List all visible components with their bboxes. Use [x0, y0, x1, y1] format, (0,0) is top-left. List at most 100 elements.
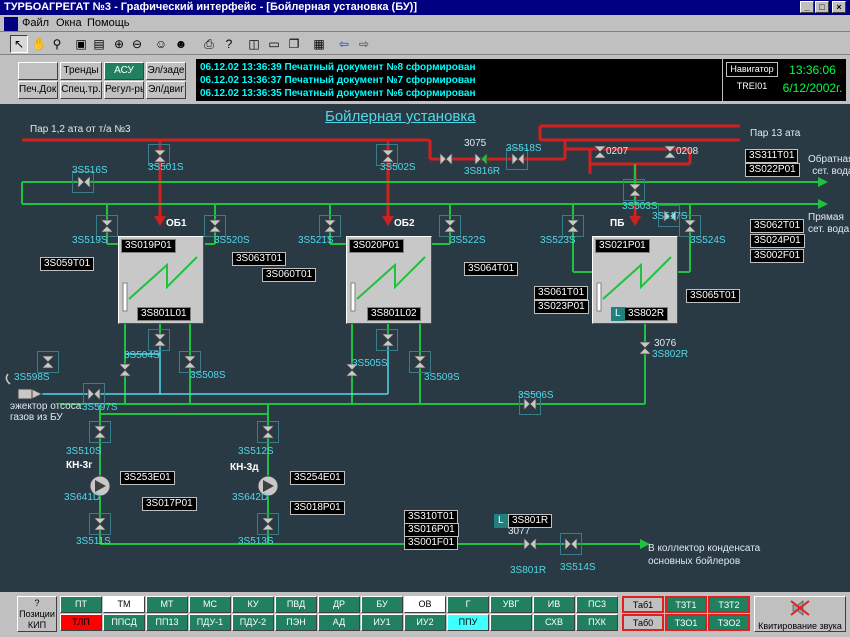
navigator-button[interactable]: Навигатор	[726, 62, 778, 77]
tag-3s061t01[interactable]: 3S061T01	[534, 286, 589, 300]
tag-3s001f01[interactable]: 3S001F01	[404, 536, 459, 550]
subsystem-iv[interactable]: ИВ	[533, 596, 575, 613]
subsystem-tlp[interactable]: ТЛП	[60, 614, 102, 631]
valve-3s504s-upper[interactable]	[148, 329, 170, 351]
valve-3s513s[interactable]	[257, 513, 279, 535]
magnifier-icon[interactable]: ⚲	[48, 35, 66, 53]
subsystem-tm[interactable]: ТМ	[103, 596, 145, 613]
asu-button[interactable]: АСУ	[104, 62, 144, 80]
blank-button[interactable]	[18, 62, 58, 80]
menu-windows[interactable]: Окна	[56, 16, 82, 31]
subsystem-dr[interactable]: ДР	[318, 596, 360, 613]
tag-3s311t01[interactable]: 3S311T01	[745, 149, 799, 163]
valve-3s514s[interactable]	[560, 533, 582, 555]
subsystem-g[interactable]: Г	[447, 596, 489, 613]
close-button[interactable]: ×	[832, 1, 846, 13]
tag-3s060t01[interactable]: 3S060T01	[262, 268, 317, 282]
tag-3s022p01[interactable]: 3S022P01	[745, 163, 800, 177]
subsystem-pdu2[interactable]: ПДУ-2	[232, 614, 274, 631]
valve-3s522s[interactable]	[439, 215, 461, 237]
minimize-button[interactable]: _	[800, 1, 814, 13]
tag-3s023p01[interactable]: 3S023P01	[534, 300, 589, 314]
tag-3s024p01[interactable]: 3S024P01	[750, 234, 805, 248]
valve-3s505s-upper[interactable]	[376, 329, 398, 351]
subsystem-pp13[interactable]: ПП13	[146, 614, 188, 631]
subsystem-pt[interactable]: ПТ	[60, 596, 102, 613]
el-sade-button[interactable]: Эл/заде	[146, 62, 186, 80]
kip-positions-button[interactable]: ? Позиции КИП	[17, 596, 57, 632]
tag-3s018p01[interactable]: 3S018P01	[290, 501, 345, 515]
subsystem-ppu[interactable]: ППУ	[447, 614, 489, 631]
subsystem-iu1[interactable]: ИУ1	[361, 614, 403, 631]
regulators-button[interactable]: Регул-ры	[104, 81, 144, 99]
trends-button[interactable]: Тренды	[60, 62, 102, 80]
tag-3s065t01[interactable]: 3S065T01	[686, 289, 741, 303]
hand-tool-icon[interactable]: ✋	[30, 35, 48, 53]
subsystem-tzt2[interactable]: ТЗТ2	[708, 596, 750, 613]
users-icon[interactable]: ☺	[152, 35, 170, 53]
user-help-icon[interactable]: ☻	[172, 35, 190, 53]
zoom-in-icon[interactable]: ⊕	[110, 35, 128, 53]
menu-help[interactable]: Помощь	[87, 16, 130, 31]
app-menu-icon[interactable]	[4, 17, 18, 31]
el-motors-button[interactable]: Эл/двиг	[146, 81, 186, 99]
subsystem-pvd[interactable]: ПВД	[275, 596, 317, 613]
subsystem-tab0[interactable]: Таб0	[622, 614, 664, 631]
subsystem-shv[interactable]: СХВ	[533, 614, 575, 631]
maximize-button[interactable]: □	[815, 1, 829, 13]
subsystem-uvg[interactable]: УВГ	[490, 596, 532, 613]
subsystem-tzo2[interactable]: ТЗО2	[708, 614, 750, 631]
subsystem-tzt1[interactable]: ТЗТ1	[665, 596, 707, 613]
help-icon[interactable]: ?	[220, 35, 238, 53]
forward-arrow-icon[interactable]: ⇨	[355, 35, 373, 53]
print-docs-button[interactable]: Печ.Док.	[18, 81, 58, 99]
back-arrow-icon[interactable]: ⇦	[335, 35, 353, 53]
valve-3s598s[interactable]	[37, 351, 59, 373]
cascade-icon[interactable]: ❐	[285, 35, 303, 53]
valve-3s510s[interactable]	[89, 421, 111, 443]
subsystem-mt[interactable]: МТ	[146, 596, 188, 613]
subsystem-ad[interactable]: АД	[318, 614, 360, 631]
subsystem-ov[interactable]: ОВ	[404, 596, 446, 613]
subsystem-ku[interactable]: КУ	[232, 596, 274, 613]
subsystem-phk[interactable]: ПХК	[576, 614, 618, 631]
subsystem-tzo1[interactable]: ТЗО1	[665, 614, 707, 631]
tag-3s064t01[interactable]: 3S064T01	[464, 262, 519, 276]
print-icon[interactable]: ⎙	[200, 35, 218, 53]
tile-horizontal-icon[interactable]: ▭	[265, 35, 283, 53]
valve-3s512s[interactable]	[257, 421, 279, 443]
boiler-ob2[interactable]: 3S020P01 3S801L02	[346, 236, 432, 324]
tag-3s801r[interactable]: 3S801R	[508, 514, 553, 528]
subsystem-pen[interactable]: ПЭН	[275, 614, 317, 631]
subsystem-ps3[interactable]: ПС3	[576, 596, 618, 613]
boiler-ob1[interactable]: 3S019P01 3S801L01	[118, 236, 204, 324]
subsystem-iu2[interactable]: ИУ2	[404, 614, 446, 631]
valve-3s509s[interactable]	[409, 351, 431, 373]
zoom-fit-icon[interactable]: ▤	[90, 35, 108, 53]
subsystem-pdu1[interactable]: ПДУ-1	[189, 614, 231, 631]
valve-3s519s[interactable]	[96, 215, 118, 237]
tag-3s062t01[interactable]: 3S062T01	[750, 219, 805, 233]
tag-3s063t01[interactable]: 3S063T01	[232, 252, 287, 266]
tag-3s002f01[interactable]: 3S002F01	[750, 249, 805, 263]
zoom-out-icon[interactable]: ⊖	[128, 35, 146, 53]
tag-3s017p01[interactable]: 3S017P01	[142, 497, 197, 511]
pointer-tool-icon[interactable]: ↖	[10, 35, 28, 53]
tile-vertical-icon[interactable]: ◫	[245, 35, 263, 53]
tag-3s254e01[interactable]: 3S254E01	[290, 471, 345, 485]
valve-3s520s[interactable]	[204, 215, 226, 237]
boiler-pb[interactable]: 3S021P01 3S802R L	[592, 236, 678, 324]
subsystem-ms[interactable]: МС	[189, 596, 231, 613]
menu-file[interactable]: Файл	[22, 16, 49, 31]
valve-3s511s[interactable]	[89, 513, 111, 535]
tag-3s016p01[interactable]: 3S016P01	[404, 523, 459, 537]
tag-3s253e01[interactable]: 3S253E01	[120, 471, 175, 485]
zoom-window-icon[interactable]: ▣	[72, 35, 90, 53]
subsystem-ppsd[interactable]: ППСД	[103, 614, 145, 631]
tag-3s310t01[interactable]: 3S310T01	[404, 510, 459, 524]
valve-3s521s[interactable]	[319, 215, 341, 237]
subsystem-bu[interactable]: БУ	[361, 596, 403, 613]
special-trends-button[interactable]: Спец.тр.	[60, 81, 102, 99]
valve-3s503s[interactable]	[623, 179, 645, 201]
valve-3s523s[interactable]	[562, 215, 584, 237]
